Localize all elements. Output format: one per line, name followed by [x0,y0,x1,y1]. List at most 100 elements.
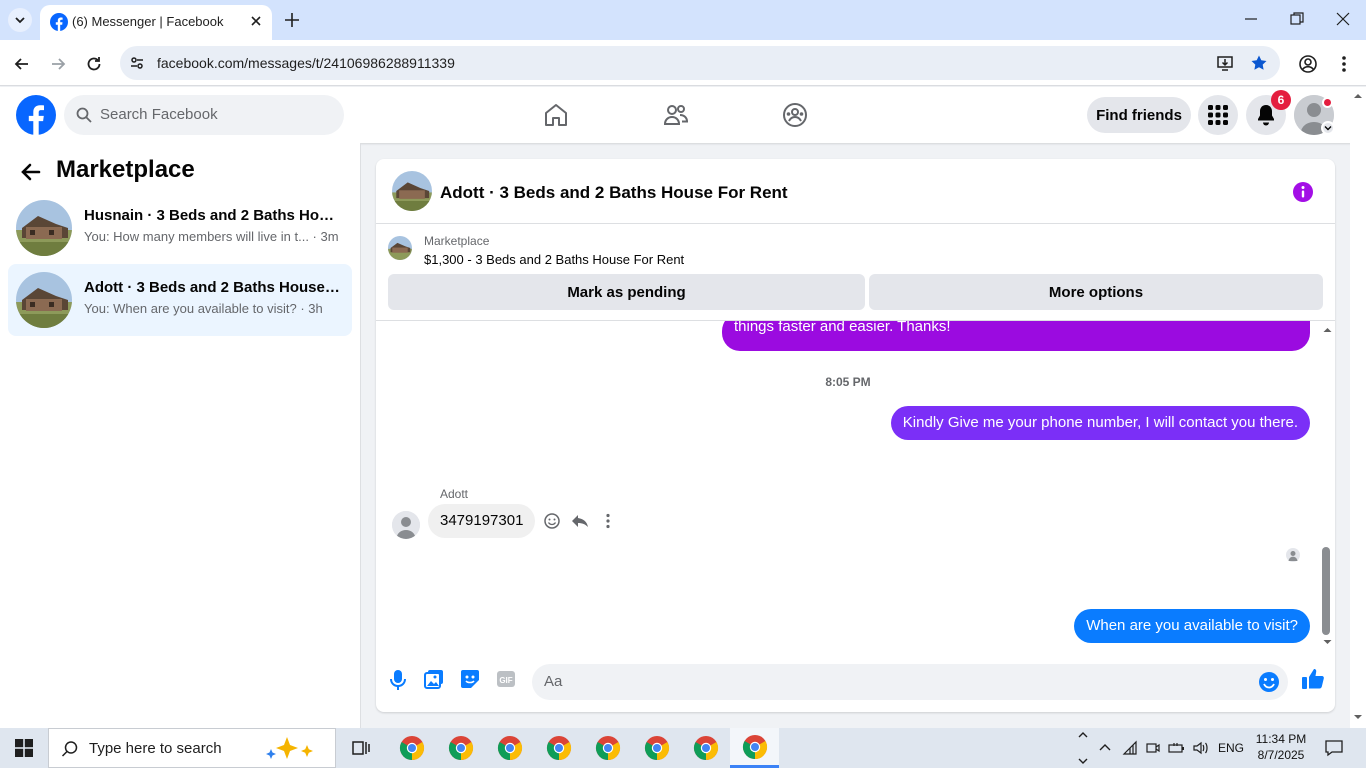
taskbar-chrome-window[interactable] [583,728,632,768]
friends-icon[interactable] [663,102,689,128]
chat-title[interactable]: Adott · 3 Beds and 2 Baths House For Ren… [440,183,788,203]
search-icon [76,107,92,123]
chrome-icon [644,736,669,760]
mark-as-pending-button[interactable]: Mark as pending [388,274,865,310]
back-arrow-icon[interactable] [12,54,32,74]
bookmark-star-icon[interactable] [1250,54,1268,72]
facebook-logo-icon[interactable] [16,95,56,135]
network-icon[interactable] [1122,728,1138,768]
tab-search-button[interactable] [8,8,32,32]
restore-window-icon[interactable] [1288,10,1306,28]
search-icon [61,740,79,758]
chevron-down-icon [1324,126,1332,131]
browser-profile-icon[interactable] [1298,54,1318,74]
clock-time: 11:34 PM [1255,732,1307,746]
input-language[interactable]: ENG [1218,741,1244,755]
conversation-preview: You: How many members will live in t... … [84,229,339,244]
taskbar-chrome-window-active[interactable] [730,728,779,768]
find-friends-button[interactable]: Find friends [1087,97,1191,133]
more-options-button[interactable]: More options [869,274,1323,310]
new-tab-plus-icon[interactable] [282,10,302,30]
conversation-name: Adott · 3 Beds and 2 Baths House For Ren… [84,279,340,296]
reload-icon[interactable] [84,54,104,74]
message-input[interactable]: Aa [532,664,1288,700]
menu-grid-button[interactable] [1198,95,1238,135]
emoji-icon[interactable] [1258,671,1280,693]
url-text: facebook.com/messages/t/2410698628891133… [157,55,455,71]
message-text: things faster and easier. Thanks! [734,321,951,335]
groups-icon[interactable] [782,102,808,128]
info-icon[interactable] [1292,181,1314,203]
back-arrow-icon[interactable] [20,161,42,183]
microphone-icon[interactable] [389,669,407,691]
taskbar-chrome-window[interactable] [387,728,436,768]
system-clock[interactable]: 11:34 PM 8/7/2025 [1252,731,1310,763]
bell-icon [1258,105,1274,126]
task-view-button[interactable] [336,728,385,768]
windows-logo-icon [15,739,33,757]
listing-price[interactable]: $1,300 - 3 Beds and 2 Baths House For Re… [424,252,684,267]
chrome-icon [693,736,718,760]
chrome-icon [742,734,767,759]
marketplace-inbox-sidebar: Marketplace Husnain · 3 Beds and 2 Baths… [0,143,361,728]
message-scroll-thumb[interactable] [1322,547,1330,635]
chat-panel: Adott · 3 Beds and 2 Baths House For Ren… [376,159,1335,712]
facebook-favicon-icon [50,13,68,31]
reply-icon[interactable] [571,512,589,530]
chat-listing-thumbnail[interactable] [392,171,432,211]
sender-avatar[interactable] [392,511,420,539]
notification-center-icon[interactable] [1324,728,1344,768]
message-input-placeholder: Aa [544,673,563,690]
message-bubble-incoming[interactable]: 3479197301 [428,504,536,538]
meet-now-icon[interactable] [1145,728,1161,768]
page-scrollbar[interactable] [1350,87,1366,728]
start-button[interactable] [0,728,48,768]
chat-header: Adott · 3 Beds and 2 Baths House For Ren… [376,159,1335,224]
react-emoji-icon[interactable] [543,512,561,530]
install-app-icon[interactable] [1216,54,1234,72]
taskbar-search-placeholder: Type here to search [89,740,222,757]
address-bar[interactable]: facebook.com/messages/t/2410698628891133… [120,46,1280,80]
copilot-sparkle-icon[interactable] [263,735,319,763]
message-sender-name: Adott [440,487,469,501]
taskbar-chrome-window[interactable] [632,728,681,768]
taskbar-chrome-window[interactable] [436,728,485,768]
facebook-search-input[interactable]: Search Facebook [64,95,344,135]
close-window-icon[interactable] [1334,10,1352,28]
taskbar-scroll-icon[interactable] [1076,728,1090,768]
svg-text:GIF: GIF [499,676,512,685]
taskbar-search-box[interactable]: Type here to search [48,728,336,768]
thumbs-up-icon[interactable] [1301,667,1325,691]
gif-icon[interactable]: GIF [496,669,516,689]
chevron-down-icon [15,17,25,24]
sticker-icon[interactable] [460,669,480,689]
notification-count-badge: 6 [1271,90,1291,110]
browser-menu-icon[interactable] [1336,54,1352,74]
forward-arrow-icon[interactable] [48,54,68,74]
home-icon[interactable] [543,102,569,128]
volume-icon[interactable] [1192,728,1210,768]
task-view-icon [351,741,370,755]
message-bubble-outgoing[interactable]: Kindly Give me your phone number, I will… [890,406,1310,440]
more-actions-icon[interactable] [599,512,617,530]
message-bubble-outgoing[interactable]: When are you available to visit? [1074,609,1310,643]
search-placeholder: Search Facebook [100,106,218,123]
windows-taskbar: Type here to search ENG 11:34 PM 8/7/202… [0,728,1366,768]
message-bubble-outgoing[interactable]: things faster and easier. Thanks! [722,321,1310,351]
minimize-icon[interactable] [1242,10,1260,28]
battery-power-icon[interactable] [1168,728,1186,768]
show-hidden-icons-icon[interactable] [1098,728,1112,768]
taskbar-chrome-window[interactable] [681,728,730,768]
conversation-item[interactable]: Husnain · 3 Beds and 2 Baths House For R… [8,192,352,264]
site-settings-icon[interactable] [128,54,146,72]
conversation-item-active[interactable]: Adott · 3 Beds and 2 Baths House For Ren… [8,264,352,336]
taskbar-chrome-window[interactable] [485,728,534,768]
chrome-icon [595,736,620,760]
photo-gallery-icon[interactable] [424,669,444,689]
taskbar-chrome-window[interactable] [534,728,583,768]
close-tab-icon[interactable] [248,13,264,29]
account-menu-chevron[interactable] [1321,121,1335,135]
browser-tab-active[interactable]: (6) Messenger | Facebook [40,5,272,40]
default-avatar-icon [392,511,420,539]
conversation-name: Husnain · 3 Beds and 2 Baths House For R… [84,207,340,224]
